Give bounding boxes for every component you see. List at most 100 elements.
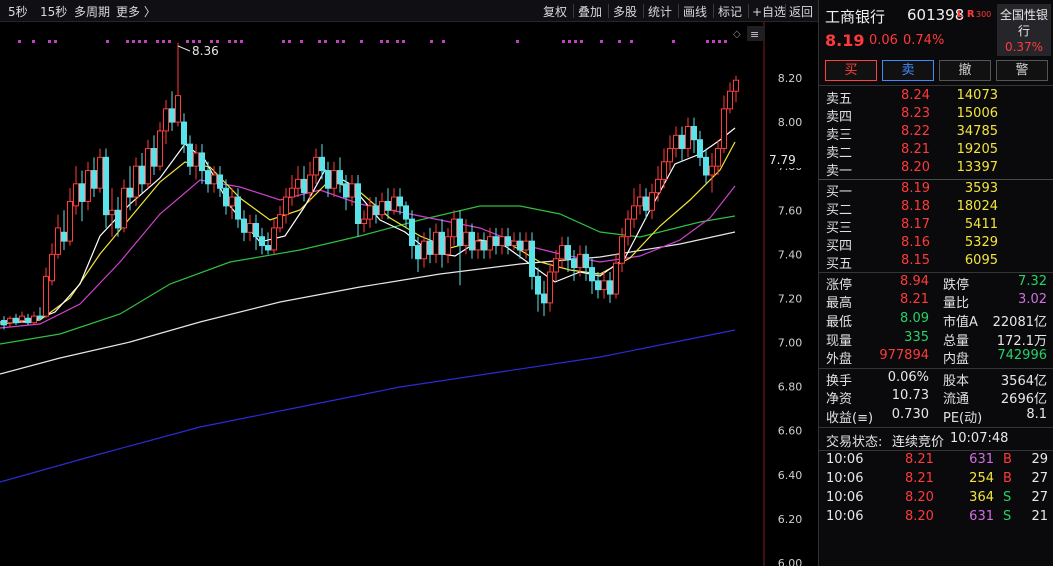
- down-candle: [643, 196, 649, 211]
- total-volume-label: 总量: [943, 334, 970, 349]
- current-volume-label: 现量: [826, 334, 853, 349]
- period-15s-tab[interactable]: 15秒: [40, 3, 67, 20]
- down-candle: [235, 196, 241, 220]
- up-candle: [193, 152, 199, 167]
- bid-price: 8.16: [901, 235, 930, 250]
- signal-dot: [600, 40, 603, 43]
- up-candle: [7, 317, 13, 324]
- trade-status-value: 连续竞价: [892, 435, 945, 450]
- overlay-button[interactable]: 叠加: [578, 3, 602, 20]
- current-volume-value: 335: [904, 330, 929, 345]
- diamond-icon[interactable]: ◇: [733, 29, 741, 40]
- nav-value: 10.73: [891, 388, 929, 403]
- signal-dot: [234, 40, 237, 43]
- ask-row[interactable]: 卖五 8.24 14073: [819, 88, 1053, 107]
- tick-row[interactable]: 10:06 8.21 254 B 27: [819, 471, 1053, 490]
- price-alert-button[interactable]: 警: [996, 60, 1048, 81]
- signal-dot: [324, 40, 327, 43]
- ask-row[interactable]: 卖三 8.22 34785: [819, 124, 1053, 143]
- sell-button[interactable]: 卖: [882, 60, 934, 81]
- signal-dot: [402, 40, 405, 43]
- up-candle: [601, 280, 607, 291]
- up-candle: [511, 240, 517, 247]
- down-candle: [91, 170, 97, 189]
- up-candle: [673, 134, 679, 150]
- signal-dot: [228, 40, 231, 43]
- up-candle: [361, 218, 367, 224]
- tick-price: 8.21: [905, 452, 934, 467]
- divider: [819, 272, 1053, 273]
- add-watchlist-button[interactable]: +自选: [752, 3, 786, 20]
- adjust-button[interactable]: 复权: [543, 3, 567, 20]
- signal-dot: [162, 40, 165, 43]
- sector-box[interactable]: 全国性银 行 0.37%: [997, 4, 1051, 56]
- mark-button[interactable]: 标记: [718, 3, 742, 20]
- bid-row[interactable]: 买二 8.18 18024: [819, 199, 1053, 218]
- sector-change-pct: 0.37%: [1004, 40, 1044, 54]
- signal-dot: [198, 40, 201, 43]
- multi-period-tab[interactable]: 多周期: [74, 3, 110, 20]
- divider: [819, 85, 1053, 86]
- signal-dot: [516, 40, 519, 43]
- tick-row[interactable]: 10:06 8.20 631 S 21: [819, 509, 1053, 528]
- signal-dot: [318, 40, 321, 43]
- down-candle: [127, 187, 133, 198]
- toolbar-divider: [713, 4, 714, 18]
- up-candle: [421, 240, 427, 260]
- pe-value: 8.1: [1026, 407, 1047, 422]
- cancel-order-button[interactable]: 撤: [939, 60, 991, 81]
- back-button[interactable]: 返回: [789, 3, 813, 20]
- ask-row[interactable]: 卖二 8.21 19205: [819, 142, 1053, 161]
- ask-price: 8.23: [901, 106, 930, 121]
- price-change: 0.06: [869, 33, 898, 48]
- bid-row[interactable]: 买四 8.16 5329: [819, 235, 1053, 254]
- down-candle: [223, 187, 229, 207]
- tick-price: 8.21: [905, 471, 934, 486]
- signal-dot: [138, 40, 141, 43]
- signal-dot: [240, 40, 243, 43]
- up-candle: [523, 240, 529, 251]
- up-candle: [85, 170, 91, 202]
- candlestick-chart[interactable]: 8.208.007.807.607.407.207.006.806.606.40…: [0, 22, 818, 566]
- bid-row[interactable]: 买一 8.19 3593: [819, 181, 1053, 200]
- up-candle: [55, 227, 61, 255]
- down-candle: [505, 236, 511, 247]
- ask-row[interactable]: 卖四 8.23 15006: [819, 106, 1053, 125]
- buy-button[interactable]: 买: [825, 60, 877, 81]
- divider: [819, 427, 1053, 428]
- bid-row[interactable]: 买三 8.17 5411: [819, 217, 1053, 236]
- down-candle: [199, 152, 205, 172]
- high-value: 8.21: [900, 292, 929, 307]
- chart-canvas[interactable]: 8.208.007.807.607.407.207.006.806.606.40…: [0, 22, 818, 566]
- divider: [819, 179, 1053, 180]
- more-periods-tab[interactable]: 更多 〉: [116, 3, 156, 20]
- down-candle: [481, 240, 487, 251]
- down-candle: [703, 156, 709, 176]
- up-candle: [445, 236, 451, 255]
- period-5s-tab[interactable]: 5秒: [8, 3, 28, 20]
- up-candle: [547, 271, 553, 304]
- tick-count: 29: [1031, 452, 1048, 467]
- ask-price: 8.20: [901, 160, 930, 175]
- limit-up-label: 涨停: [826, 278, 853, 293]
- draw-line-button[interactable]: 画线: [683, 3, 707, 20]
- statistics-button[interactable]: 统计: [648, 3, 672, 20]
- down-candle: [343, 183, 349, 198]
- multi-stock-button[interactable]: 多股: [613, 3, 637, 20]
- down-candle: [697, 139, 703, 158]
- shares-value: 3564亿: [1000, 374, 1047, 389]
- tick-price: 8.20: [905, 509, 934, 524]
- last-price: 8.19: [825, 31, 865, 50]
- total-volume-value: 172.1万: [996, 334, 1047, 349]
- down-candle: [469, 231, 475, 251]
- down-candle: [493, 236, 499, 247]
- up-candle: [67, 200, 73, 242]
- ask-row[interactable]: 卖一 8.20 13397: [819, 160, 1053, 179]
- bid-row[interactable]: 买五 8.15 6095: [819, 253, 1053, 272]
- down-candle: [355, 183, 361, 224]
- bid-volume: 5411: [964, 217, 998, 232]
- down-candle: [115, 209, 121, 229]
- tick-row[interactable]: 10:06 8.21 631 B 29: [819, 452, 1053, 471]
- bid-label: 买四: [826, 239, 853, 254]
- tick-row[interactable]: 10:06 8.20 364 S 27: [819, 490, 1053, 509]
